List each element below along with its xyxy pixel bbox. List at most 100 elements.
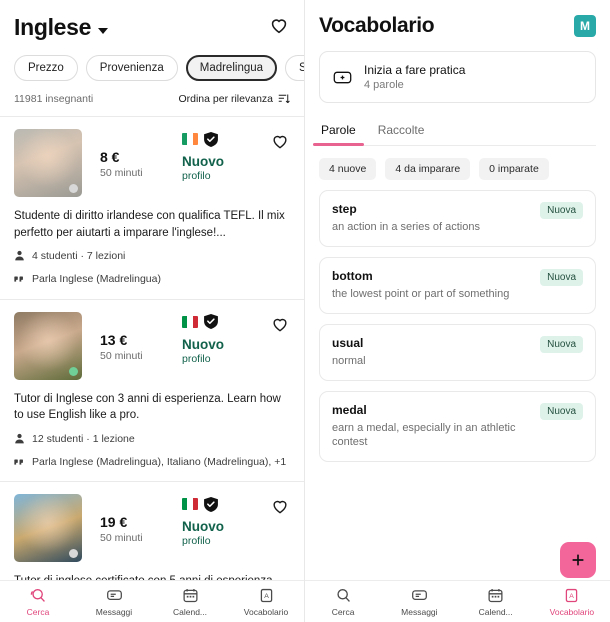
word-card[interactable]: bottom the lowest point or part of somet… — [319, 256, 596, 314]
teacher-card-top: 13 € 50 minuti Nuovo profilo — [14, 311, 290, 380]
nav-item-calendario[interactable]: Calend... — [152, 581, 228, 622]
right-header: Vocabolario M — [305, 0, 610, 38]
price: 13 € — [100, 331, 128, 348]
quotes-icon — [14, 459, 23, 465]
word-definition: the lowest point or part of something — [332, 287, 510, 300]
word-card[interactable]: medal earn a medal, especially in an ath… — [319, 390, 596, 463]
word-filter-chips: 4 nuove 4 da imparare 0 imparate — [319, 158, 596, 180]
students-text: 12 studenti · 1 lezione — [32, 433, 135, 446]
bottom-nav-right: Cerca Messaggi Calend... A Vocabolario — [305, 580, 610, 622]
status-sub: profilo — [182, 535, 211, 548]
word-term: bottom — [332, 268, 373, 283]
nav-label: Vocabolario — [549, 606, 595, 617]
price-block: 19 € 50 minuti — [100, 494, 164, 544]
teacher-card-top: 19 € 50 minuti Nuovo profilo — [14, 494, 290, 563]
left-header: Inglese — [0, 0, 304, 41]
avatar[interactable]: M — [574, 15, 596, 37]
search-icon — [337, 588, 350, 602]
price: 19 € — [100, 514, 128, 531]
vocabulary-icon: A — [260, 588, 272, 602]
word-text-block: usual normal — [332, 336, 366, 369]
tab-raccolte[interactable]: Raccolte — [376, 119, 427, 145]
teacher-card[interactable]: 13 € 50 minuti Nuovo profilo Tutor di In… — [0, 298, 304, 482]
app-root: Inglese Prezzo Provenienza Madrelingua S… — [0, 0, 610, 622]
nav-item-messaggi[interactable]: Messaggi — [76, 581, 152, 622]
lesson-duration: 50 minuti — [100, 532, 143, 545]
tab-parole[interactable]: Parole — [313, 119, 364, 146]
language-selector[interactable]: Inglese — [14, 14, 109, 41]
nav-label: Vocabolario — [243, 606, 289, 617]
page-title: Inglese — [14, 14, 92, 40]
status-badge: Nuovo — [182, 336, 224, 352]
teacher-description: Studente di diritto irlandese con qualif… — [14, 210, 285, 239]
heart-icon[interactable] — [268, 14, 290, 41]
filter-chip-row: Prezzo Provenienza Madrelingua Super i — [0, 41, 304, 81]
calendar-icon — [182, 588, 198, 602]
online-status-dot — [69, 549, 78, 559]
nav-item-cerca[interactable]: Cerca — [305, 581, 381, 622]
sort-icon — [278, 94, 290, 104]
heart-icon[interactable] — [270, 131, 290, 156]
start-practice-card[interactable]: Inizia a fare pratica 4 parole — [319, 51, 596, 103]
languages-text: Parla Inglese (Madrelingua) — [32, 273, 161, 286]
lesson-duration: 50 minuti — [100, 349, 143, 362]
price-block: 8 € 50 minuti — [100, 129, 164, 179]
nav-item-calendario[interactable]: Calend... — [458, 581, 534, 622]
filter-chip-madrelingua[interactable]: Madrelingua — [185, 55, 278, 81]
status-block: Nuovo profilo — [182, 494, 224, 547]
vocabulary-pane: Vocabolario M Inizia a fare pratica 4 pa… — [305, 0, 610, 622]
person-icon — [15, 251, 24, 261]
add-word-fab[interactable] — [560, 542, 596, 578]
nav-item-vocabolario[interactable]: A Vocabolario — [228, 581, 304, 622]
students-meta: 4 studenti · 7 lezioni — [14, 249, 290, 264]
calendar-icon — [488, 588, 503, 602]
teacher-card[interactable]: 8 € 50 minuti Nuovo profilo Studente di … — [0, 116, 304, 299]
status-badge: Nuova — [540, 202, 583, 219]
nav-label: Calend... — [172, 606, 208, 617]
flag-italy-icon — [182, 315, 198, 328]
status-sub: profilo — [182, 170, 211, 182]
practice-subtitle: 4 parole — [364, 79, 404, 91]
practice-title: Inizia a fare pratica — [364, 63, 466, 77]
nav-item-messaggi[interactable]: Messaggi — [381, 581, 457, 622]
word-card[interactable]: usual normal Nuova — [319, 323, 596, 381]
teacher-search-pane: Inglese Prezzo Provenienza Madrelingua S… — [0, 0, 305, 622]
nav-item-vocabolario[interactable]: A Vocabolario — [534, 581, 610, 622]
verified-shield-icon — [204, 496, 218, 512]
avatar[interactable] — [14, 311, 82, 380]
plus-icon — [572, 554, 584, 566]
filter-chip-super[interactable]: Super i — [285, 55, 304, 81]
students-text: 4 studenti · 7 lezioni — [32, 250, 126, 263]
filter-chip-da-imparare[interactable]: 4 da imparare — [385, 158, 471, 180]
avatar[interactable] — [14, 129, 82, 197]
sort-control[interactable]: Ordina per rilevanza — [178, 93, 290, 105]
message-icon — [411, 589, 427, 600]
heart-icon[interactable] — [270, 314, 290, 339]
search-icon — [30, 588, 45, 602]
online-status-dot — [69, 366, 78, 376]
chevron-down-icon[interactable] — [98, 27, 109, 34]
vocabulary-tabs: Parole Raccolte — [313, 119, 596, 146]
status-badge: Nuova — [540, 402, 583, 420]
heart-icon[interactable] — [270, 496, 290, 521]
status-sub: profilo — [182, 352, 211, 365]
word-definition: normal — [332, 354, 366, 367]
message-icon — [106, 589, 122, 600]
nav-item-cerca[interactable]: Cerca — [0, 581, 76, 622]
filter-chip-nuove[interactable]: 4 nuove — [319, 158, 377, 180]
filter-chip-provenienza[interactable]: Provenienza — [85, 55, 178, 81]
badges-row — [182, 129, 224, 149]
word-definition: earn a medal, especially in an athletic … — [332, 421, 516, 449]
word-card[interactable]: step an action in a series of actions Nu… — [319, 190, 596, 247]
nav-label: Messaggi — [401, 606, 438, 617]
languages-meta: Parla Inglese (Madrelingua) — [14, 272, 290, 287]
svg-text:A: A — [264, 593, 269, 600]
left-title-row: Inglese — [14, 14, 290, 41]
svg-text:A: A — [570, 593, 575, 600]
verified-shield-icon — [204, 131, 218, 147]
avatar[interactable] — [14, 494, 82, 563]
price: 8 € — [100, 149, 120, 165]
filter-chip-prezzo[interactable]: Prezzo — [14, 55, 78, 81]
word-text-block: step an action in a series of actions — [332, 202, 480, 235]
filter-chip-imparate[interactable]: 0 imparate — [479, 158, 549, 180]
